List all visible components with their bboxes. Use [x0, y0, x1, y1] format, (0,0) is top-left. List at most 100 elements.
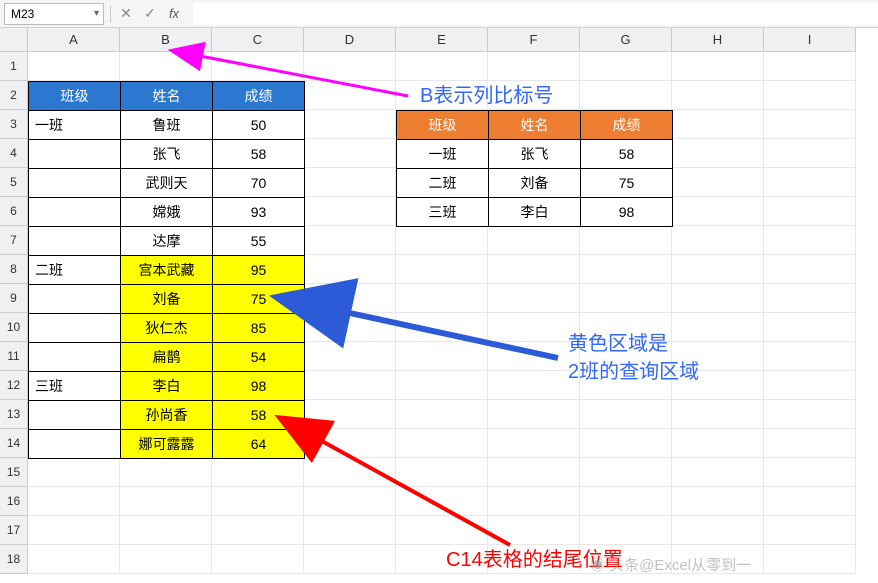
- cell[interactable]: [488, 516, 580, 545]
- cell[interactable]: [304, 110, 396, 139]
- cancel-icon[interactable]: ✕: [117, 5, 135, 22]
- t2-cell-class[interactable]: 一班: [397, 140, 489, 169]
- row-header[interactable]: 7: [0, 226, 28, 255]
- chevron-down-icon[interactable]: ▾: [94, 8, 99, 19]
- cell[interactable]: [764, 197, 856, 226]
- cell[interactable]: [396, 458, 488, 487]
- cell[interactable]: [672, 255, 764, 284]
- cell[interactable]: [764, 516, 856, 545]
- column-header[interactable]: A: [28, 28, 120, 52]
- row-header[interactable]: 5: [0, 168, 28, 197]
- name-box[interactable]: M23 ▾: [4, 3, 104, 25]
- cell[interactable]: [304, 52, 396, 81]
- t1-cell-name[interactable]: 张飞: [121, 140, 213, 169]
- cell[interactable]: [580, 429, 672, 458]
- cell[interactable]: [580, 516, 672, 545]
- cell[interactable]: [580, 400, 672, 429]
- t1-cell-class[interactable]: [29, 227, 121, 256]
- cell[interactable]: [672, 516, 764, 545]
- cell[interactable]: [396, 371, 488, 400]
- cell[interactable]: [28, 545, 120, 574]
- cell[interactable]: [580, 284, 672, 313]
- cell[interactable]: [764, 168, 856, 197]
- t1-cell-name[interactable]: 鲁班: [121, 111, 213, 140]
- cell[interactable]: [304, 487, 396, 516]
- t1-cell-class[interactable]: [29, 401, 121, 430]
- column-header[interactable]: F: [488, 28, 580, 52]
- t1-cell-class[interactable]: [29, 314, 121, 343]
- cell[interactable]: [764, 342, 856, 371]
- cell[interactable]: [580, 81, 672, 110]
- column-header[interactable]: D: [304, 28, 396, 52]
- row-header[interactable]: 14: [0, 429, 28, 458]
- t1-cell-class[interactable]: [29, 285, 121, 314]
- t1-cell-score[interactable]: 98: [213, 372, 305, 401]
- cell[interactable]: [304, 371, 396, 400]
- t2-cell-name[interactable]: 刘备: [489, 169, 581, 198]
- cell[interactable]: [764, 81, 856, 110]
- cell[interactable]: [212, 545, 304, 574]
- cell[interactable]: [488, 52, 580, 81]
- t1-cell-name[interactable]: 狄仁杰: [121, 314, 213, 343]
- row-header[interactable]: 12: [0, 371, 28, 400]
- row-header[interactable]: 1: [0, 52, 28, 81]
- t1-cell-name[interactable]: 孙尚香: [121, 401, 213, 430]
- cell[interactable]: [120, 545, 212, 574]
- column-header[interactable]: G: [580, 28, 672, 52]
- t1-cell-class[interactable]: [29, 343, 121, 372]
- t1-cell-score[interactable]: 70: [213, 169, 305, 198]
- cell[interactable]: [304, 139, 396, 168]
- cell[interactable]: [672, 429, 764, 458]
- row-header[interactable]: 13: [0, 400, 28, 429]
- cell[interactable]: [672, 284, 764, 313]
- t1-cell-class[interactable]: [29, 140, 121, 169]
- cell[interactable]: [396, 226, 488, 255]
- row-header[interactable]: 16: [0, 487, 28, 516]
- t2-cell-score[interactable]: 75: [581, 169, 673, 198]
- cell[interactable]: [672, 110, 764, 139]
- t1-cell-name[interactable]: 刘备: [121, 285, 213, 314]
- row-header[interactable]: 4: [0, 139, 28, 168]
- cell[interactable]: [304, 400, 396, 429]
- cell[interactable]: [488, 371, 580, 400]
- cell[interactable]: [396, 284, 488, 313]
- cell[interactable]: [28, 487, 120, 516]
- cell[interactable]: [488, 429, 580, 458]
- row-header[interactable]: 6: [0, 197, 28, 226]
- t1-cell-name[interactable]: 达摩: [121, 227, 213, 256]
- cell[interactable]: [304, 197, 396, 226]
- cell[interactable]: [304, 458, 396, 487]
- cell[interactable]: [672, 81, 764, 110]
- t1-cell-class[interactable]: [29, 198, 121, 227]
- cell[interactable]: [488, 284, 580, 313]
- t1-cell-score[interactable]: 64: [213, 430, 305, 459]
- t1-cell-name[interactable]: 扁鹊: [121, 343, 213, 372]
- cell[interactable]: [396, 516, 488, 545]
- cell[interactable]: [212, 52, 304, 81]
- cell[interactable]: [488, 400, 580, 429]
- t1-cell-name[interactable]: 宫本武藏: [121, 256, 213, 285]
- t1-cell-name[interactable]: 李白: [121, 372, 213, 401]
- formula-input[interactable]: [193, 3, 878, 25]
- cell[interactable]: [120, 516, 212, 545]
- cell[interactable]: [580, 487, 672, 516]
- t1-cell-score[interactable]: 95: [213, 256, 305, 285]
- t1-cell-name[interactable]: 武则天: [121, 169, 213, 198]
- cell[interactable]: [764, 139, 856, 168]
- cell[interactable]: [764, 284, 856, 313]
- t1-cell-score[interactable]: 93: [213, 198, 305, 227]
- t2-cell-class[interactable]: 二班: [397, 169, 489, 198]
- cell[interactable]: [304, 516, 396, 545]
- row-header[interactable]: 10: [0, 313, 28, 342]
- cell[interactable]: [580, 458, 672, 487]
- cell[interactable]: [304, 545, 396, 574]
- column-header[interactable]: E: [396, 28, 488, 52]
- row-header[interactable]: 17: [0, 516, 28, 545]
- cell[interactable]: [580, 52, 672, 81]
- t2-cell-score[interactable]: 58: [581, 140, 673, 169]
- cell[interactable]: [488, 255, 580, 284]
- cell[interactable]: [212, 458, 304, 487]
- cell[interactable]: [304, 168, 396, 197]
- row-header[interactable]: 9: [0, 284, 28, 313]
- cell[interactable]: [304, 313, 396, 342]
